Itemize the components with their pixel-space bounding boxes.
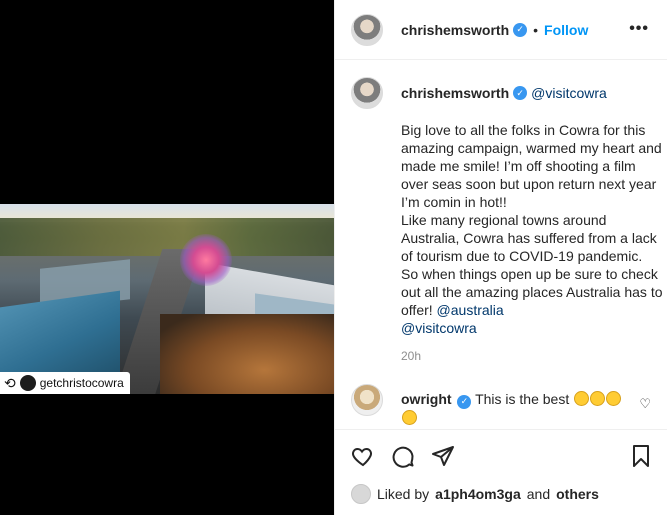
caption-avatar[interactable] bbox=[351, 77, 383, 109]
heart-icon bbox=[352, 447, 372, 467]
comment-icon bbox=[392, 446, 414, 468]
repost-icon: ⟲ bbox=[4, 374, 16, 391]
caption-mention[interactable]: @visitcowra bbox=[531, 85, 607, 101]
share-button[interactable] bbox=[429, 442, 457, 470]
commenter-avatar[interactable] bbox=[351, 384, 383, 416]
share-icon bbox=[432, 446, 454, 466]
laughing-emoji-icon bbox=[574, 391, 590, 406]
liker-avatar[interactable] bbox=[351, 484, 371, 504]
comment-item: owright ✓ This is the best ♡ bbox=[351, 384, 651, 425]
author-username[interactable]: chrishemsworth bbox=[401, 22, 509, 38]
liked-by-label: Liked by bbox=[377, 486, 430, 502]
verified-badge-icon: ✓ bbox=[513, 22, 528, 37]
mention-visitcowra[interactable]: @visitcowra bbox=[401, 320, 477, 336]
caption-body: Big love to all the folks in Cowra for t… bbox=[401, 122, 663, 318]
repost-avatar bbox=[19, 375, 36, 391]
bookmark-icon bbox=[633, 445, 649, 467]
comment-like-icon[interactable]: ♡ bbox=[639, 396, 651, 412]
laughing-emoji-icon bbox=[590, 391, 606, 406]
caption-timestamp[interactable]: 20h bbox=[401, 349, 421, 363]
mention-australia[interactable]: @australia bbox=[437, 302, 504, 318]
like-button[interactable] bbox=[349, 442, 377, 470]
comment-text: This is the best bbox=[475, 391, 570, 407]
repost-tag[interactable]: ⟲ getchristocowra bbox=[0, 372, 130, 394]
comment-button[interactable] bbox=[389, 442, 417, 470]
save-button[interactable] bbox=[627, 442, 655, 470]
separator-dot: • bbox=[533, 21, 539, 38]
verified-badge-icon: ✓ bbox=[513, 86, 528, 100]
comments-section[interactable]: chrishemsworth ✓ @visitcowra Big love to… bbox=[335, 61, 667, 428]
caption-username[interactable]: chrishemsworth bbox=[401, 85, 509, 101]
post-panel: chrishemsworth ✓ • Follow ••• chrishemsw… bbox=[334, 0, 667, 515]
lens-flare bbox=[180, 234, 232, 286]
author-avatar[interactable] bbox=[351, 13, 383, 46]
more-options-icon[interactable]: ••• bbox=[629, 20, 649, 38]
likes-others-link[interactable]: others bbox=[556, 486, 599, 502]
laughing-emoji-icon bbox=[402, 410, 417, 425]
liker-username[interactable]: a1ph4om3ga bbox=[435, 486, 521, 502]
repost-username[interactable]: getchristocowra bbox=[40, 376, 124, 390]
comment-body: owright ✓ This is the best bbox=[401, 390, 633, 428]
likes-summary: Liked by a1ph4om3ga and others bbox=[351, 484, 599, 504]
video-frame[interactable] bbox=[0, 204, 334, 394]
post-header: chrishemsworth ✓ • Follow ••• bbox=[335, 0, 667, 60]
action-bar bbox=[335, 429, 667, 481]
verified-badge-icon: ✓ bbox=[457, 394, 472, 409]
caption-header: chrishemsworth ✓ @visitcowra bbox=[401, 85, 607, 101]
likes-conjunction: and bbox=[526, 486, 551, 502]
video-trees bbox=[160, 314, 334, 394]
commenter-username[interactable]: owright bbox=[401, 391, 452, 407]
follow-button[interactable]: Follow bbox=[544, 22, 588, 38]
post-media[interactable]: ⟲ getchristocowra bbox=[0, 0, 334, 515]
laughing-emoji-icon bbox=[606, 391, 622, 406]
caption-text: Big love to all the folks in Cowra for t… bbox=[401, 121, 663, 337]
